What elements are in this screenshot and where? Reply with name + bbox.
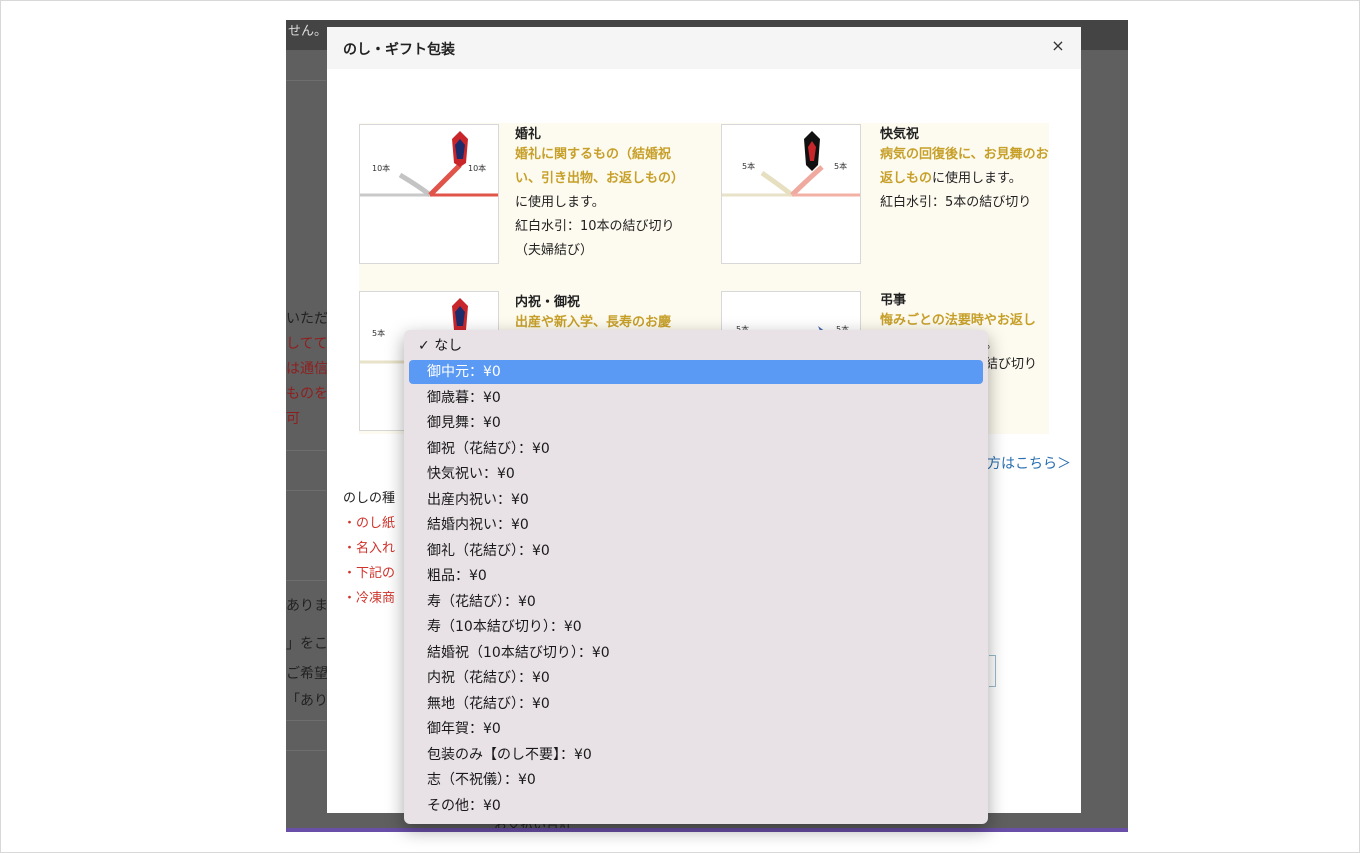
background-notice-text: せん。 xyxy=(288,24,328,39)
notice-bullet: ・名入れ xyxy=(343,541,396,556)
dropdown-option[interactable]: 結婚内祝い：¥0 xyxy=(409,513,983,537)
card-title-celebration: 内祝・御祝 xyxy=(515,295,581,310)
dropdown-option[interactable]: 快気祝い：¥0 xyxy=(409,462,983,486)
celebration-strand-count: 5本 xyxy=(372,329,386,338)
close-icon: × xyxy=(1051,36,1065,55)
dropdown-option[interactable]: 志（不祝儀）：¥0 xyxy=(409,768,983,792)
background-snippet: ありま xyxy=(286,598,328,614)
dropdown-option[interactable]: 御見舞：¥0 xyxy=(409,411,983,435)
background-snippet: ご希望 xyxy=(286,666,328,682)
wedding-strand-count-left: 10本 xyxy=(372,164,391,173)
modal-title: のし・ギフト包装 xyxy=(343,42,455,58)
background-snippet: 」をこ xyxy=(286,636,328,652)
dropdown-option[interactable]: その他：¥0 xyxy=(409,794,983,818)
noshi-guide-link[interactable]: 方はこちら＞ xyxy=(987,453,1071,473)
noshi-type-dropdown[interactable]: ✓ なし 御中元：¥0 御歳暮：¥0 御見舞：¥0 御祝（花結び）：¥0 快気祝… xyxy=(404,330,988,824)
check-icon: ✓ xyxy=(418,338,430,354)
background-divider xyxy=(286,490,326,491)
background-snippet: は通信 xyxy=(286,361,328,377)
background-divider xyxy=(286,450,326,451)
dropdown-option[interactable]: 出産内祝い：¥0 xyxy=(409,488,983,512)
card-title-condolence: 弔事 xyxy=(880,293,907,308)
noshi-select-edge[interactable] xyxy=(989,655,996,687)
background-divider xyxy=(286,720,326,721)
background-snippet: ものを xyxy=(286,386,328,402)
background-divider xyxy=(286,80,326,81)
dropdown-option[interactable]: 無地（花結び）：¥0 xyxy=(409,692,983,716)
dropdown-option[interactable]: 御祝（花結び）：¥0 xyxy=(409,437,983,461)
recovery-noshi-image: 5本 5本 xyxy=(721,124,861,264)
dropdown-option[interactable]: 寿（花結び）：¥0 xyxy=(409,590,983,614)
background-snippet: いただ xyxy=(286,311,328,327)
background-divider xyxy=(286,750,326,751)
dropdown-option[interactable]: 寿（10本結び切り）：¥0 xyxy=(409,615,983,639)
notice-bullet: ・下記の xyxy=(343,566,396,581)
card-note-wedding: 紅白水引：10本の結び切り（夫婦結び） xyxy=(515,219,675,258)
dropdown-option[interactable]: 結婚祝（10本結び切り）：¥0 xyxy=(409,641,983,665)
card-note-condolence-tail: 結び切り xyxy=(985,357,1038,372)
recovery-strand-count-right: 5本 xyxy=(834,162,848,171)
modal-header: のし・ギフト包装 × xyxy=(327,27,1081,69)
background-divider xyxy=(286,580,326,581)
recovery-strand-count-left: 5本 xyxy=(742,162,756,171)
close-button[interactable]: × xyxy=(1047,35,1069,57)
card-title-recovery: 快気祝 xyxy=(880,127,920,142)
notice-bullet: ・のし紙 xyxy=(343,516,396,531)
dropdown-option-none[interactable]: ✓ なし xyxy=(409,334,983,358)
background-snippet: 可 xyxy=(286,411,300,427)
dropdown-option[interactable]: 内祝（花結び）：¥0 xyxy=(409,666,983,690)
dropdown-option[interactable]: 御中元：¥0 xyxy=(409,360,983,384)
notice-bullet: ・冷凍商 xyxy=(343,591,396,606)
noshi-mizuhiki-icon xyxy=(722,131,860,197)
dropdown-option[interactable]: 御歳暮：¥0 xyxy=(409,386,983,410)
dropdown-option[interactable]: 御礼（花結び）：¥0 xyxy=(409,539,983,563)
card-title-wedding: 婚礼 xyxy=(515,127,542,142)
wedding-noshi-image: 10本 10本 xyxy=(359,124,499,264)
wedding-strand-count-right: 10本 xyxy=(468,164,487,173)
noshi-mizuhiki-icon xyxy=(360,131,498,197)
card-desc-recovery: 病気の回復後に、お見舞のお返しものに使用します。 xyxy=(880,147,1049,186)
dropdown-option[interactable]: 御年賀：¥0 xyxy=(409,717,983,741)
dropdown-option[interactable]: 包装のみ【のし不要】：¥0 xyxy=(409,743,983,767)
card-note-recovery: 紅白水引：5本の結び切り xyxy=(880,195,1032,210)
background-bottom-bar xyxy=(286,828,1128,832)
card-desc-wedding: 婚礼に関するもの（結婚祝い、引き出物、お返しもの）に使用します。 xyxy=(515,147,685,210)
noshi-types-label: のしの種 xyxy=(343,491,396,506)
dropdown-option[interactable]: 粗品：¥0 xyxy=(409,564,983,588)
